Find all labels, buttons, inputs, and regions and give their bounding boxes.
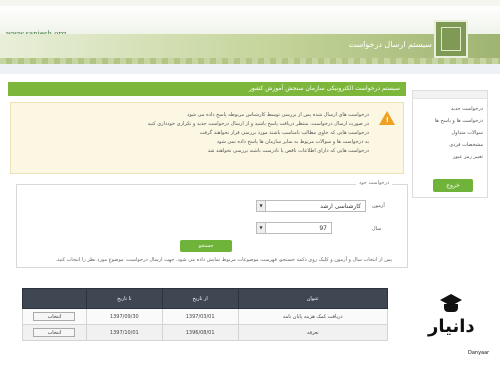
column-action [22,288,87,309]
sidebar-item-change-password[interactable]: تغییر رمز عبور [417,151,483,163]
column-to-date: تا تاریخ [85,288,163,309]
site-logo-icon [434,20,468,58]
header-strip [0,64,500,74]
sidebar: درخواست جدید درخواست ها و پاسخ ها سوالات… [412,90,488,198]
graduation-cap-base [444,304,458,312]
dropdown-arrow-icon: ▼ [257,201,266,211]
watermark-logo: دانیار Danyaar [412,292,500,366]
main-title-bar: سیستم درخواست الکترونیکی سازمان سنجش آمو… [8,82,406,96]
row-title: تعرفه [237,324,389,341]
form-legend: درخواست خود [356,180,393,186]
header-top [0,6,500,34]
dropdown-arrow-icon: ▼ [257,223,266,233]
sidebar-item-new-request[interactable]: درخواست جدید [417,103,483,115]
sidebar-item-requests[interactable]: درخواست ها و پاسخ ها [417,115,483,127]
sidebar-item-profile[interactable]: مشخصات فردی [417,139,483,151]
row-from-date: 1397/03/01 [161,308,239,325]
row-to-date: 1397/10/01 [85,324,163,341]
exam-select-value: کارشناسی ارشد [320,203,361,210]
notice-item: درخواست هایی که دارای اطلاعات ناقص یا نا… [207,148,369,154]
notice-list: درخواست های ارسال شده پس از بررسی توسط ک… [39,111,369,156]
year-select-value: 97 [319,225,327,232]
select-button[interactable]: انتخاب [33,312,76,321]
search-button[interactable]: جستجو [180,240,232,252]
row-action-cell: انتخاب [22,308,87,325]
notice-box: ! درخواست های ارسال شده پس از بررسی توسط… [10,102,404,174]
year-select[interactable]: ▼ 97 [256,222,332,234]
notice-item: در صورت ارسال درخواست، منتظر دریافت پاسخ… [147,121,369,127]
column-from-date: از تاریخ [161,288,239,309]
site-title: سیستم ارسال درخواست [348,40,432,49]
exit-button[interactable]: خروج [433,179,473,192]
select-button[interactable]: انتخاب [33,328,76,337]
table-row: تعرفه 1396/08/01 1397/10/01 انتخاب [22,324,389,341]
table-row: دریافت کمک هزینه پایان نامه 1397/03/01 1… [22,308,389,325]
site-header: www.sanjesh.org سیستم ارسال درخواست [0,0,500,74]
row-to-date: 1397/09/30 [85,308,163,325]
form-hint: پس از انتخاب سال و آزمون و کلیک روی دکمه… [55,257,392,263]
sidebar-header [413,91,487,99]
watermark-subtitle: Danyaar [468,350,490,356]
notice-item: به درخواست ها و سوالات مربوط به سایر ساز… [216,139,369,145]
row-from-date: 1396/08/01 [161,324,239,341]
column-title: عنوان [237,288,389,309]
requests-table: عنوان از تاریخ تا تاریخ دریافت کمک هزینه… [22,288,389,341]
exam-select[interactable]: ▼ کارشناسی ارشد [256,200,366,212]
sidebar-menu: درخواست جدید درخواست ها و پاسخ ها سوالات… [413,99,487,163]
sidebar-item-faq[interactable]: سوالات متداول [417,127,483,139]
notice-item: درخواست های ارسال شده پس از بررسی توسط ک… [187,112,369,118]
exam-label: آزمون [372,203,385,209]
row-action-cell: انتخاب [22,324,87,341]
watermark-brand: دانیار [428,316,476,337]
year-label: سال [372,226,382,232]
row-title: دریافت کمک هزینه پایان نامه [237,308,389,325]
notice-item: درخواست هایی که حاوی مطالب نامناسب باشند… [199,130,369,136]
table-header-row: عنوان از تاریخ تا تاریخ [22,288,389,309]
warning-icon-mark: ! [385,116,389,124]
